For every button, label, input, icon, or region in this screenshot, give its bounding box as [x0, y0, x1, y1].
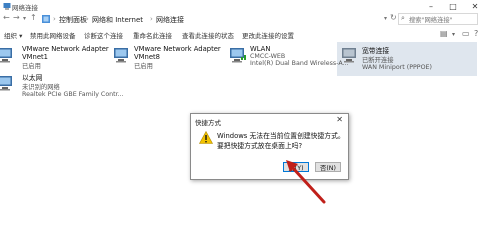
breadcrumb-separator: › — [86, 15, 89, 23]
connection-name: VMware Network Adapter — [22, 45, 109, 53]
connection-status: 未识别的网络 — [22, 84, 60, 91]
connection-network: VMnet8 — [134, 53, 160, 61]
ethernet-adapter-icon — [0, 76, 12, 91]
connection-wlan[interactable]: WLAN CMCC-WEB Intel(R) Dual Band Wireles… — [250, 45, 349, 67]
recent-dropdown-icon[interactable]: ▾ — [23, 15, 26, 22]
dialog-message: Windows 无法在当前位置创建快捷方式。 要把快捷方式放在桌面上吗? — [217, 130, 345, 150]
connection-name: VMware Network Adapter — [134, 45, 221, 53]
connection-adapter: Intel(R) Dual Band Wireless-A... — [250, 60, 349, 67]
connection-status: 已启用 — [22, 63, 41, 70]
search-placeholder[interactable]: 搜索"网络连接" — [409, 15, 453, 24]
search-icon: ⌕ — [401, 14, 405, 22]
breadcrumb-separator: › — [53, 15, 56, 23]
change-settings-button[interactable]: 更改此连接的设置 — [242, 30, 294, 40]
dialog-close-icon[interactable]: ✕ — [336, 115, 343, 124]
connection-vmnet1[interactable]: VMware Network Adapter VMnet1 已启用 — [22, 45, 109, 70]
window-title: 网络连接 — [12, 4, 38, 12]
connection-name: 宽带连接 — [362, 47, 390, 55]
control-panel-icon — [42, 15, 50, 23]
maximize-button[interactable]: □ — [442, 0, 464, 12]
connection-network: CMCC-WEB — [250, 53, 286, 60]
minimize-button[interactable]: – — [420, 0, 442, 12]
connection-adapter: Realtek PCIe GBE Family Contr... — [22, 91, 124, 98]
network-connections-icon — [3, 3, 11, 10]
connection-status: 已启用 — [134, 63, 153, 70]
address-dropdown-icon[interactable]: ▾ — [384, 15, 387, 22]
title-bar — [0, 0, 486, 12]
forward-arrow-icon[interactable]: → — [13, 13, 20, 22]
back-arrow-icon[interactable]: ← — [3, 13, 10, 22]
dialog-title: 快捷方式 — [195, 119, 221, 127]
view-status-button[interactable]: 查看此连接的状态 — [182, 30, 234, 40]
dialog-message-line1: Windows 无法在当前位置创建快捷方式。 — [217, 132, 345, 140]
connection-broadband[interactable]: 宽带连接 已断开连接 WAN Miniport (PPPOE) — [362, 45, 432, 71]
refresh-icon[interactable]: ↻ — [390, 13, 397, 22]
breadcrumb-control-panel[interactable]: 控制面板 — [59, 15, 87, 25]
broadband-adapter-icon — [342, 48, 356, 63]
up-arrow-icon[interactable]: ↑ — [30, 13, 37, 22]
breadcrumb-network-connections[interactable]: 网络连接 — [156, 15, 184, 25]
warning-icon — [199, 131, 213, 144]
network-adapter-icon — [0, 48, 12, 63]
preview-pane-icon[interactable]: ▭ — [462, 29, 470, 38]
diagnose-button[interactable]: 诊断这个连接 — [84, 30, 123, 40]
view-options-icon[interactable]: ▤ — [440, 29, 448, 38]
help-icon[interactable]: ? — [474, 29, 478, 38]
disable-device-button[interactable]: 禁用此网络设备 — [30, 30, 76, 40]
connection-vmnet8[interactable]: VMware Network Adapter VMnet8 已启用 — [134, 45, 221, 70]
annotation-arrow — [286, 160, 326, 204]
breadcrumb-network-internet[interactable]: 网络和 Internet — [92, 15, 143, 25]
network-adapter-icon — [114, 48, 128, 63]
connection-name: WLAN — [250, 45, 271, 53]
rename-button[interactable]: 重命名此连接 — [133, 30, 172, 40]
dialog-message-line2: 要把快捷方式放在桌面上吗? — [217, 142, 303, 150]
breadcrumb-separator: › — [150, 15, 153, 23]
connection-ethernet[interactable]: 以太网 未识别的网络 Realtek PCIe GBE Family Contr… — [22, 72, 124, 98]
close-button[interactable]: ✕ — [464, 0, 486, 12]
connection-adapter: WAN Miniport (PPPOE) — [362, 64, 432, 71]
connection-name: 以太网 — [22, 74, 43, 82]
connection-status: 已断开连接 — [362, 57, 394, 64]
organize-menu[interactable]: 组织 ▾ — [4, 30, 22, 40]
wifi-adapter-icon — [230, 48, 246, 63]
connection-network: VMnet1 — [22, 53, 48, 61]
view-dropdown-icon[interactable]: ▾ — [452, 31, 455, 38]
